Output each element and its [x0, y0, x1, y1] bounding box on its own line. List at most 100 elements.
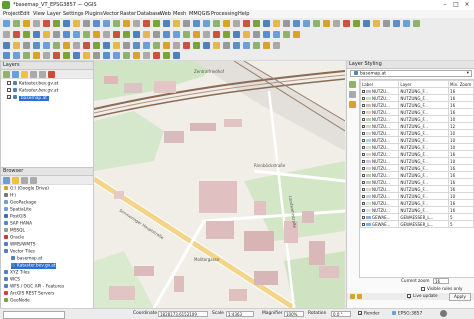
new-project-icon[interactable]: [173, 52, 180, 59]
measure-icon[interactable]: [63, 42, 70, 49]
browser-item[interactable]: WMS/WMTS: [4, 242, 35, 248]
menu-settings[interactable]: Settings: [63, 11, 84, 17]
save-project-icon[interactable]: [13, 31, 20, 38]
crs-button[interactable]: EPSG:3857: [392, 311, 422, 317]
live-update-option[interactable]: ✓Live update: [407, 293, 438, 300]
zoom-out-icon[interactable]: [43, 42, 50, 49]
map-canvas[interactable]: Zentralfriedhof Simmeringer Hauptstraße …: [94, 61, 345, 308]
print-icon[interactable]: [213, 42, 220, 49]
menu-raster[interactable]: Raster: [120, 11, 136, 17]
table-row[interactable]: NUTZU... NUTZUNG_F... 16: [360, 206, 474, 214]
magnifier-field[interactable]: 100%: [284, 311, 304, 317]
rule-checkbox[interactable]: [362, 209, 365, 212]
pan-icon[interactable]: [33, 31, 40, 38]
rule-label-cell[interactable]: NUTZU...: [360, 136, 400, 144]
pan-icon[interactable]: [113, 52, 120, 59]
pan-icon[interactable]: [143, 20, 150, 27]
print-icon[interactable]: [333, 20, 340, 27]
zoom-in-icon[interactable]: [53, 20, 60, 27]
redo-icon[interactable]: [357, 294, 362, 299]
pan-icon[interactable]: [23, 42, 30, 49]
symbology-icon[interactable]: [349, 81, 356, 88]
filter-icon[interactable]: [21, 71, 28, 78]
save-project-icon[interactable]: [203, 42, 210, 49]
pan-icon[interactable]: [123, 42, 130, 49]
minimize-icon[interactable]: –: [440, 1, 450, 9]
select-icon[interactable]: [283, 31, 290, 38]
rule-checkbox[interactable]: [362, 223, 365, 226]
rule-checkbox[interactable]: [362, 139, 365, 142]
visible-rules-checkbox[interactable]: [421, 287, 425, 291]
menu-edit[interactable]: Edit: [20, 11, 30, 17]
apply-button[interactable]: Apply: [449, 293, 471, 301]
rule-label-cell[interactable]: NUTZU...: [360, 87, 400, 95]
layer-row[interactable]: Kataster.bev.gv.at: [7, 88, 58, 94]
select-icon[interactable]: [183, 31, 190, 38]
rule-checkbox[interactable]: [362, 111, 365, 114]
maximize-icon[interactable]: □: [451, 1, 461, 9]
measure-icon[interactable]: [163, 42, 170, 49]
table-row[interactable]: NUTZU... NUTZUNG_F... 10: [360, 115, 474, 123]
zoom-out-icon[interactable]: [53, 31, 60, 38]
select-icon[interactable]: [83, 31, 90, 38]
pan-icon[interactable]: [243, 20, 250, 27]
rule-checkbox[interactable]: [362, 174, 365, 177]
rule-checkbox[interactable]: [362, 202, 365, 205]
menu-mesh[interactable]: Mesh: [173, 11, 186, 17]
open-project-icon[interactable]: [113, 20, 120, 27]
identify-icon[interactable]: [173, 20, 180, 27]
zoom-out-icon[interactable]: [163, 20, 170, 27]
browser-item[interactable]: H:\: [4, 193, 16, 199]
table-row[interactable]: NUTZU... NUTZUNG_F... 10: [360, 129, 474, 137]
measure-icon[interactable]: [153, 52, 160, 59]
table-row[interactable]: NUTZU... NUTZUNG_F... 10: [360, 157, 474, 165]
zoom-out-icon[interactable]: [363, 20, 370, 27]
browser-item[interactable]: WCS: [4, 277, 20, 283]
measure-icon[interactable]: [173, 31, 180, 38]
table-row[interactable]: NUTZU... NUTZUNG_F... 12: [360, 122, 474, 130]
select-icon[interactable]: [393, 20, 400, 27]
browser-item[interactable]: Vector Tiles: [4, 249, 35, 255]
identify-icon[interactable]: [263, 31, 270, 38]
measure-icon[interactable]: [83, 20, 90, 27]
measure-icon[interactable]: [53, 52, 60, 59]
layer-row[interactable]: Kataster.bev.gv.at: [7, 81, 58, 87]
rule-checkbox[interactable]: [362, 153, 365, 156]
layer-checkbox[interactable]: [7, 88, 11, 92]
labels-icon[interactable]: [349, 91, 356, 98]
close-icon[interactable]: ×: [462, 1, 472, 9]
rule-label-cell[interactable]: NUTZU...: [360, 129, 400, 137]
rule-checkbox[interactable]: [362, 167, 365, 170]
render-toggle[interactable]: ✓Render: [358, 311, 380, 317]
table-row[interactable]: NUTZU... NUTZUNG_F... 16: [360, 108, 474, 116]
zoom-out-icon[interactable]: [263, 20, 270, 27]
open-project-icon[interactable]: [83, 52, 90, 59]
zoom-out-icon[interactable]: [143, 42, 150, 49]
print-icon[interactable]: [123, 31, 130, 38]
print-icon[interactable]: [103, 52, 110, 59]
rule-checkbox[interactable]: [362, 125, 365, 128]
rule-label-cell[interactable]: GEWAE...: [360, 220, 400, 228]
table-row[interactable]: NUTZU... NUTZUNG_F... 10: [360, 136, 474, 144]
menu-view[interactable]: View: [33, 11, 45, 17]
select-icon[interactable]: [73, 42, 80, 49]
browser-item[interactable]: GeoPackage: [4, 200, 36, 206]
print-icon[interactable]: [3, 52, 10, 59]
column-header[interactable]: Layer: [398, 80, 450, 88]
select-icon[interactable]: [193, 20, 200, 27]
select-icon[interactable]: [63, 52, 70, 59]
layer-select[interactable]: basemap.at ▾: [350, 70, 472, 77]
rule-checkbox[interactable]: [362, 146, 365, 149]
menu-help[interactable]: Help: [238, 11, 249, 17]
rule-label-cell[interactable]: NUTZU...: [360, 171, 400, 179]
rule-label-cell[interactable]: NUTZU...: [360, 178, 400, 186]
browser-item[interactable]: MSSQL: [4, 228, 25, 234]
identify-icon[interactable]: [73, 20, 80, 27]
rule-label-cell[interactable]: NUTZU...: [360, 122, 400, 130]
remove-layer-icon[interactable]: [48, 71, 55, 78]
measure-icon[interactable]: [73, 31, 80, 38]
browser-item[interactable]: XYZ Tiles: [4, 270, 30, 276]
identify-icon[interactable]: [43, 52, 50, 59]
print-icon[interactable]: [133, 20, 140, 27]
save-project-icon[interactable]: [223, 20, 230, 27]
